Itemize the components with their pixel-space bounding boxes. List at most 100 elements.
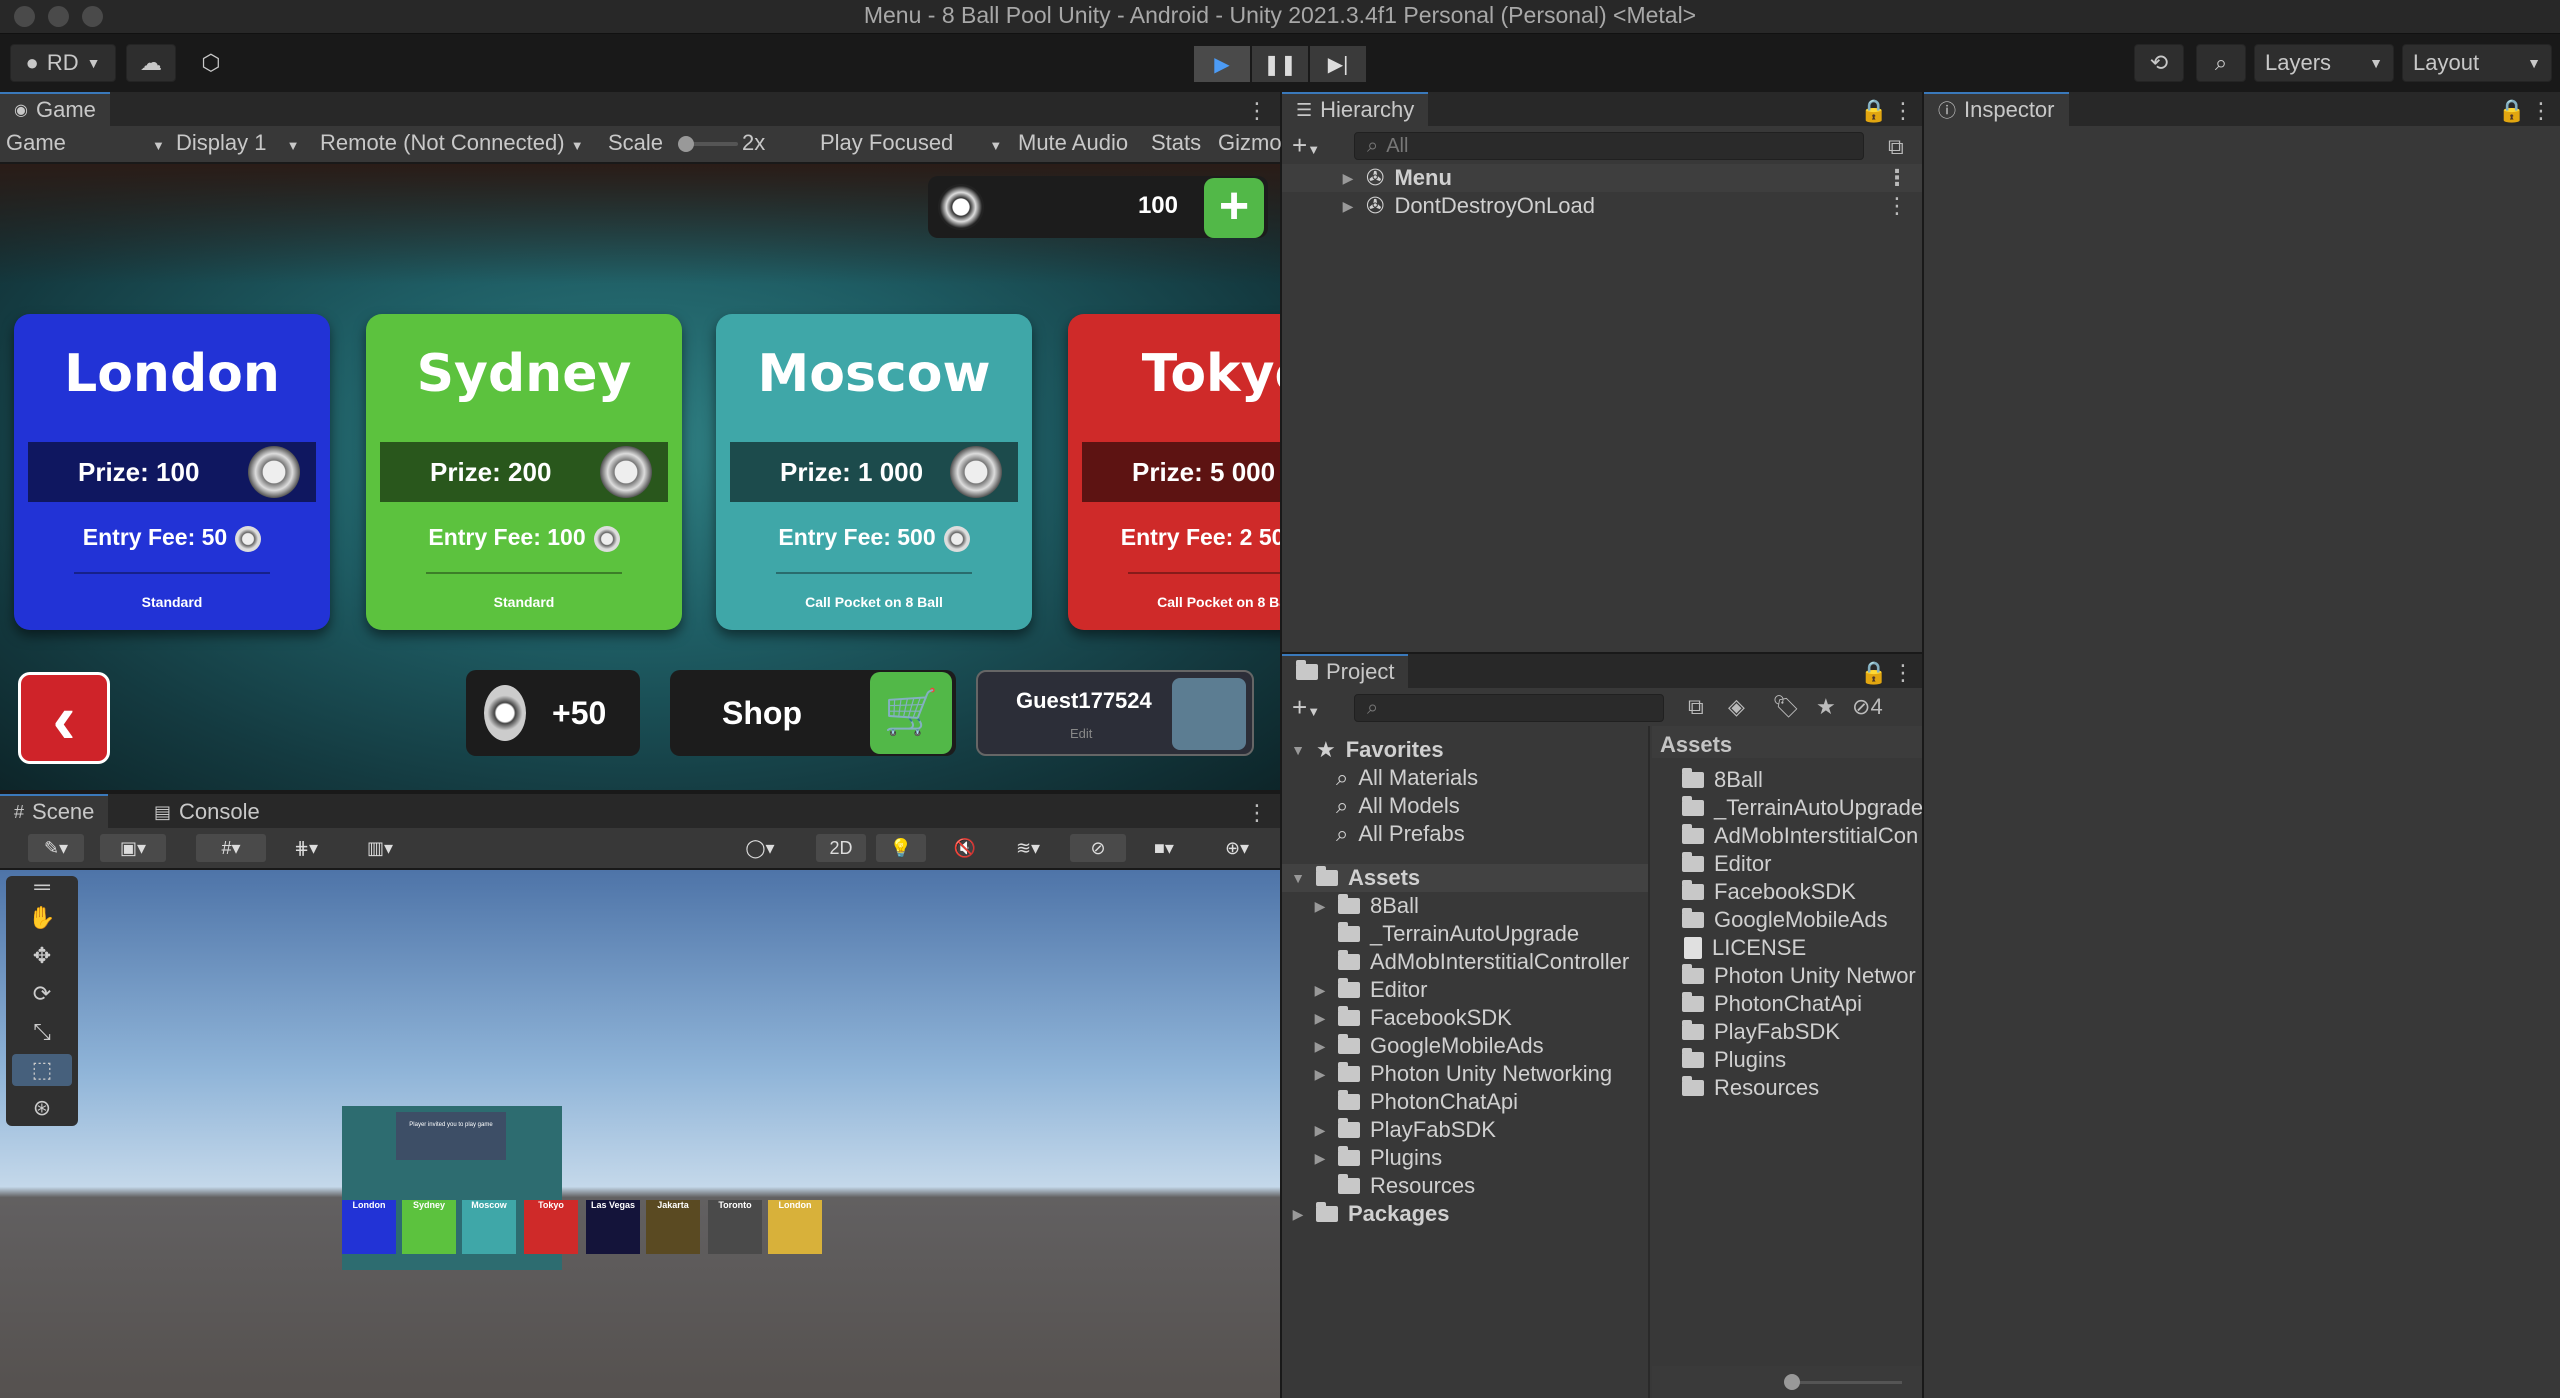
favorite-item[interactable]: ⌕ All Models (1336, 792, 1460, 820)
asset-item[interactable]: Photon Unity Networ (1682, 962, 1916, 990)
asset-item[interactable]: PhotonChatApi (1682, 990, 1862, 1018)
stats-toggle[interactable]: Stats (1151, 130, 1201, 156)
hierarchy-item-dontdestroyonload[interactable]: ▶ ✇ DontDestroyOnLoad ⋮ (1282, 192, 1922, 220)
play-focused-dropdown[interactable]: Play Focused ▼ (820, 130, 1002, 156)
filter-by-label-icon[interactable]: 🏷 (1772, 694, 1800, 720)
rotate-tool-icon[interactable]: ⟳ (12, 978, 72, 1010)
tab-console[interactable]: ▤ Console (140, 794, 274, 828)
favorite-item[interactable]: ⌕ All Prefabs (1336, 820, 1465, 848)
expand-arrow-icon[interactable]: ▶ (1290, 1206, 1306, 1223)
hidden-packages-toggle[interactable]: ⊘4 (1852, 694, 1883, 720)
packages-root[interactable]: ▶ Packages (1290, 1200, 1450, 1228)
asset-item[interactable]: LICENSE (1684, 934, 1806, 962)
item-menu-icon[interactable]: ⋮ (1886, 165, 1908, 191)
tab-scene[interactable]: # Scene (0, 794, 109, 828)
lighting-toggle[interactable]: 💡 (876, 834, 926, 862)
hierarchy-search-input[interactable]: ⌕ All (1354, 132, 1864, 160)
toggle-2d-button[interactable]: 2D (816, 834, 866, 862)
history-button[interactable]: ⟲ (2134, 44, 2184, 82)
favorites-star-icon[interactable]: ★ (1816, 694, 1836, 720)
game-menu-icon[interactable]: ⋮ (1246, 98, 1268, 124)
search-button[interactable]: ⌕ (2196, 44, 2246, 82)
scale-slider[interactable] (678, 136, 738, 152)
cloud-button[interactable]: ☁ (126, 44, 176, 82)
free-coins-button[interactable]: +50 (466, 670, 640, 756)
folder-row[interactable]: ▶ Editor (1312, 976, 1428, 1004)
mute-audio-toggle[interactable]: Mute Audio (1018, 130, 1128, 156)
create-dropdown[interactable]: +▼ (1292, 130, 1320, 161)
filter-by-type-icon[interactable]: ◈ (1728, 694, 1745, 720)
move-tool-icon[interactable]: ✥ (12, 940, 72, 972)
effects-dropdown[interactable]: ≋▾ (1000, 834, 1056, 862)
create-asset-dropdown[interactable]: +▼ (1292, 692, 1320, 723)
inspector-menu-icon[interactable]: ⋮ (2530, 98, 2552, 124)
scale-slider-thumb[interactable] (678, 136, 694, 152)
folder-row[interactable]: _TerrainAutoUpgrade (1312, 920, 1579, 948)
camera-dropdown[interactable]: ■▾ (1136, 834, 1192, 862)
search-by-type-icon[interactable]: ⧉ (1688, 694, 1704, 720)
tab-inspector[interactable]: ⓘ Inspector (1924, 92, 2069, 126)
favorite-item[interactable]: ⌕ All Materials (1336, 764, 1478, 792)
grid-snap-dropdown[interactable]: #▾ (196, 834, 266, 862)
room-card-london[interactable]: London Prize: 100 Entry Fee: 50 Standard (14, 314, 330, 630)
gizmos-dropdown[interactable]: ⊕▾ (1200, 834, 1274, 862)
expand-arrow-icon[interactable]: ▶ (1312, 1010, 1328, 1027)
assets-root[interactable]: ▼ Assets (1282, 864, 1648, 892)
lock-icon[interactable]: 🔒 (1860, 98, 1887, 124)
draw-mode-dropdown[interactable]: ✎▾ (28, 834, 84, 862)
collab-button[interactable]: ⬡ (188, 44, 234, 82)
hierarchy-menu-icon[interactable]: ⋮ (1892, 98, 1914, 124)
scene-viewport[interactable]: ═ ✋ ✥ ⟳ ⤡ ⬚ ⊛ Player invited you to play… (0, 870, 1280, 1398)
scene-menu-icon[interactable]: ⋮ (1246, 800, 1268, 826)
item-menu-icon[interactable]: ⋮ (1886, 193, 1908, 219)
folder-row[interactable]: AdMobInterstitialController (1312, 948, 1629, 976)
edit-profile-link[interactable]: Edit (1070, 726, 1092, 741)
pause-button[interactable]: ❚❚ (1252, 46, 1308, 82)
asset-item[interactable]: Resources (1682, 1074, 1819, 1102)
game-view-dropdown[interactable]: Game ▼ (6, 130, 165, 156)
tab-hierarchy[interactable]: ☰ Hierarchy (1282, 92, 1429, 126)
play-button[interactable]: ▶ (1194, 46, 1250, 82)
asset-item[interactable]: Editor (1682, 850, 1771, 878)
room-card-moscow[interactable]: Moscow Prize: 1 000 Entry Fee: 500 Call … (716, 314, 1032, 630)
shading-dropdown[interactable]: ◯▾ (730, 834, 790, 862)
account-dropdown[interactable]: ● RD ▼ (10, 44, 116, 82)
collapse-arrow-icon[interactable]: ▼ (1290, 870, 1306, 886)
expand-arrow-icon[interactable]: ▶ (1312, 1122, 1328, 1139)
project-search-input[interactable]: ⌕ (1354, 694, 1664, 722)
asset-item[interactable]: PlayFabSDK (1682, 1018, 1840, 1046)
room-card-tokyo[interactable]: Tokyo Prize: 5 000 Entry Fee: 2 500 Call… (1068, 314, 1280, 630)
expand-arrow-icon[interactable]: ▶ (1312, 898, 1328, 915)
expand-arrow-icon[interactable]: ▶ (1312, 1038, 1328, 1055)
snap-increment-dropdown[interactable]: ⋕▾ (276, 834, 336, 862)
hand-tool-icon[interactable]: ✋ (12, 902, 72, 934)
folder-row[interactable]: ▶ FacebookSDK (1312, 1004, 1512, 1032)
room-card-sydney[interactable]: Sydney Prize: 200 Entry Fee: 100 Standar… (366, 314, 682, 630)
folder-row[interactable]: ▶ Plugins (1312, 1144, 1443, 1172)
back-button[interactable]: ‹ (18, 672, 110, 764)
expand-arrow-icon[interactable]: ▶ (1312, 982, 1328, 999)
hierarchy-item-menu[interactable]: ▶ ✇ Menu ⋮ (1282, 164, 1922, 192)
asset-item[interactable]: FacebookSDK (1682, 878, 1856, 906)
asset-item[interactable]: AdMobInterstitialCon (1682, 822, 1918, 850)
lock-icon[interactable]: 🔒 (2498, 98, 2525, 124)
step-button[interactable]: ▶| (1310, 46, 1366, 82)
asset-item[interactable]: Plugins (1682, 1046, 1786, 1074)
drag-handle-icon[interactable]: ═ (12, 876, 72, 898)
asset-item[interactable]: GoogleMobileAds (1682, 906, 1888, 934)
asset-item[interactable]: 8Ball (1682, 766, 1763, 794)
breadcrumb-assets[interactable]: Assets (1660, 732, 1732, 757)
transform-tool-icon[interactable]: ⊛ (12, 1092, 72, 1124)
expand-arrow-icon[interactable]: ▶ (1340, 170, 1356, 187)
folder-row[interactable]: Resources (1312, 1172, 1475, 1200)
scale-tool-icon[interactable]: ⤡ (12, 1016, 72, 1048)
icon-size-slider[interactable] (1792, 1381, 1902, 1384)
game-viewport[interactable]: 100 + London Prize: 100 Entry Fee: 50 St… (0, 164, 1280, 790)
scene-visibility-icon[interactable]: ⧉ (1888, 134, 1904, 160)
tab-project[interactable]: Project (1282, 654, 1409, 688)
expand-arrow-icon[interactable]: ▶ (1312, 1150, 1328, 1167)
collapse-arrow-icon[interactable]: ▼ (1290, 742, 1306, 758)
icon-size-slider-thumb[interactable] (1784, 1374, 1800, 1390)
expand-arrow-icon[interactable]: ▶ (1340, 198, 1356, 215)
hidden-objects-toggle[interactable]: ⊘ (1070, 834, 1126, 862)
